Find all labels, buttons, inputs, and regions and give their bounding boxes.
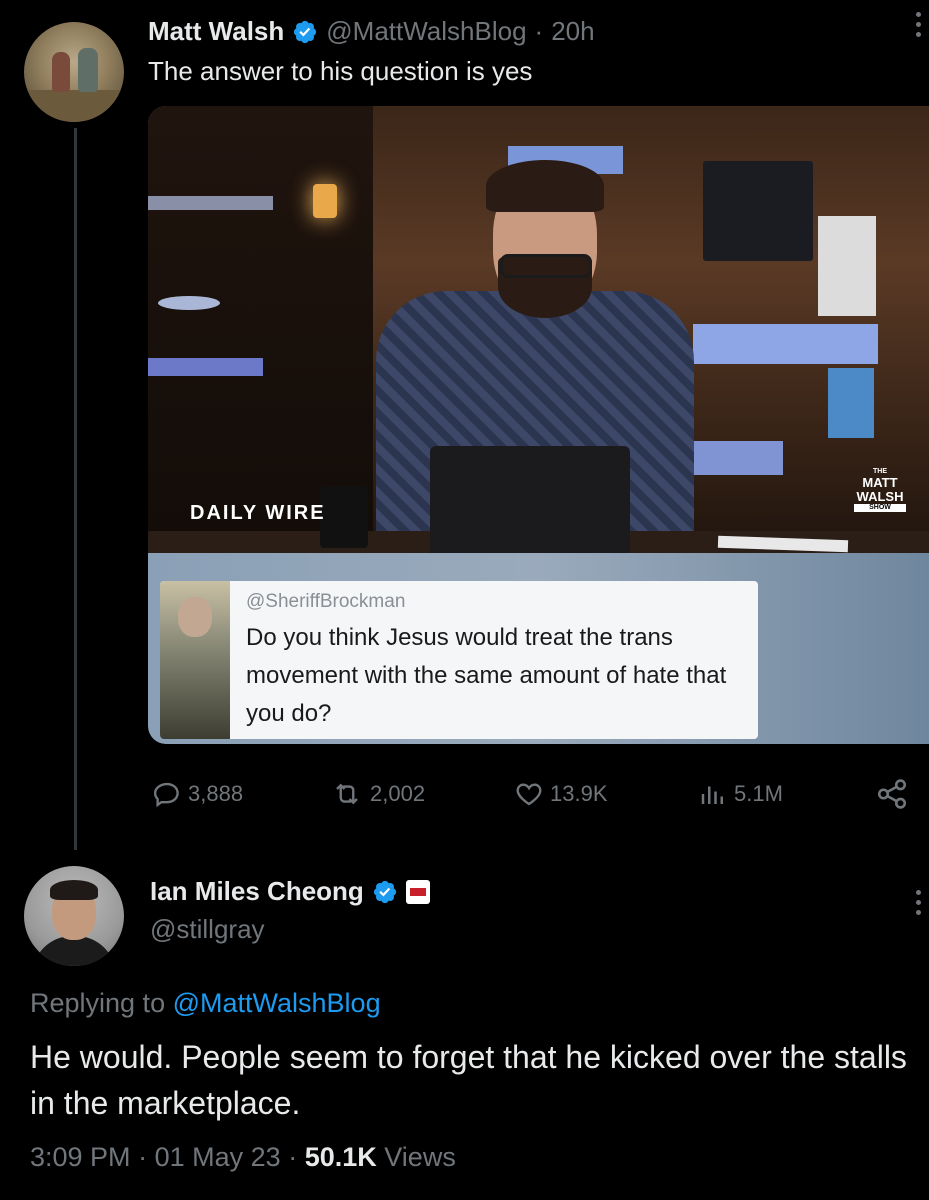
quoted-question-panel: @SheriffBrockman Do you think Jesus woul… (148, 553, 929, 744)
replying-prefix: Replying to (30, 988, 166, 1018)
like-count: 13.9K (550, 781, 608, 806)
tweet-video[interactable]: DAILY WIRE THE MATT WALSH SHOW @SheriffB… (148, 106, 929, 744)
avatar-hair (50, 880, 98, 900)
studio-light-strip (693, 441, 783, 475)
like-button[interactable]: 13.9K (514, 774, 608, 814)
repost-icon (336, 783, 358, 805)
studio-poster (818, 216, 876, 316)
author-name[interactable]: Ian Miles Cheong (150, 876, 364, 907)
tweet-time[interactable]: 20h (551, 16, 594, 47)
quoted-question-card: @SheriffBrockman Do you think Jesus woul… (160, 581, 758, 739)
verified-badge-icon (373, 880, 396, 903)
more-icon[interactable] (913, 890, 923, 915)
news-affiliate-badge-icon[interactable] (405, 879, 430, 904)
quoted-handle: @SheriffBrockman (246, 591, 406, 612)
video-frame: DAILY WIRE THE MATT WALSH SHOW (148, 106, 929, 553)
author-avatar[interactable] (24, 866, 124, 966)
author-name[interactable]: Matt Walsh (148, 16, 284, 47)
tweet-meta: 3:09 PM · 01 May 23 · 50.1K Views (30, 1142, 456, 1173)
share-icon (877, 779, 907, 809)
reply-button[interactable]: 3,888 (152, 774, 243, 814)
host-glasses (500, 254, 592, 278)
tweet-text: The answer to his question is yes (148, 56, 533, 86)
reply-icon (153, 782, 179, 808)
avatar-figure (52, 52, 70, 92)
quoted-text: Do you think Jesus would treat the trans… (246, 624, 727, 727)
views-button[interactable]: 5.1M (698, 774, 783, 814)
daily-wire-logo: DAILY WIRE (190, 502, 326, 524)
author-handle[interactable]: @stillgray (150, 914, 265, 945)
host-hair (486, 160, 604, 212)
tweet-header: Matt Walsh @MattWalshBlog · 20h (148, 16, 595, 47)
studio-poster (828, 368, 874, 438)
tweet-time[interactable]: 3:09 PM (30, 1142, 131, 1172)
avatar-ground (24, 90, 124, 122)
views-count[interactable]: 50.1K (305, 1142, 377, 1172)
share-button[interactable] (874, 774, 910, 814)
tweet-text: He would. People seem to forget that he … (30, 1039, 907, 1121)
studio-laptop (430, 446, 630, 553)
studio-shelf-light (148, 196, 273, 210)
author-avatar[interactable] (24, 22, 124, 122)
studio-prop (158, 296, 220, 310)
repost-button[interactable]: 2,002 (330, 774, 425, 814)
views-label: Views (384, 1142, 456, 1172)
more-icon[interactable] (913, 12, 923, 37)
repost-count: 2,002 (370, 781, 426, 806)
separator-dot: · (138, 1142, 148, 1172)
studio-lamp (313, 184, 337, 218)
views-count: 5.1M (734, 781, 783, 806)
reply-count: 3,888 (188, 781, 244, 806)
replying-handle-link[interactable]: @MattWalshBlog (173, 988, 381, 1018)
thread-connector-line (74, 128, 77, 850)
replying-to: Replying to @MattWalshBlog (30, 988, 381, 1019)
studio-board (703, 161, 813, 261)
studio-mug (320, 486, 368, 548)
avatar-shirt (32, 936, 116, 966)
studio-light-strip (693, 324, 878, 364)
separator-dot: · (288, 1142, 298, 1172)
quoted-avatar (160, 581, 230, 739)
like-icon (516, 783, 542, 806)
avatar-figure (78, 48, 98, 92)
tweet-header: Ian Miles Cheong (150, 876, 430, 907)
show-logo: THE MATT WALSH SHOW (854, 468, 906, 512)
author-handle[interactable]: @MattWalshBlog (326, 16, 526, 47)
verified-badge-icon (294, 20, 317, 43)
tweet-date[interactable]: 01 May 23 (155, 1142, 281, 1172)
views-icon (701, 786, 723, 804)
separator-dot: · (534, 16, 544, 46)
tweet-action-bar: 3,888 2,002 13.9K 5.1M (148, 774, 929, 814)
studio-shelf-light (148, 358, 263, 376)
